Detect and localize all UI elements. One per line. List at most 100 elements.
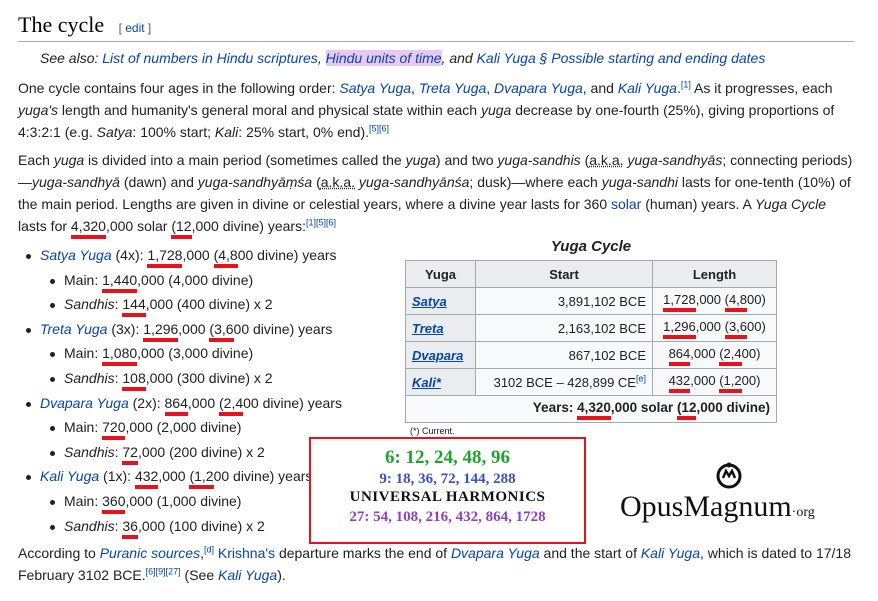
text: ,000: [178, 320, 210, 337]
text: (dawn) and: [119, 174, 198, 190]
total-cell: Years: 4,320,000 solar (12,000 divine): [405, 395, 777, 423]
text: ,000 divine) years:: [191, 218, 306, 234]
underlined-number: (12: [171, 218, 192, 239]
text: ,000 (4,000 divine): [137, 271, 254, 288]
underlined-number: (12: [676, 399, 697, 420]
underlined-number: 72: [122, 444, 138, 465]
text: 00 divine) years: [213, 468, 313, 485]
link-kali-yuga[interactable]: Kali Yuga: [618, 80, 677, 96]
list-item: Main: 1,080,000 (3,000 divine): [18, 342, 342, 367]
text: ,000 solar: [610, 399, 677, 415]
length-cell: 1,296,000 (3,600): [652, 314, 777, 342]
underlined-number: 36: [122, 518, 138, 539]
text: ,000: [695, 291, 725, 307]
term-sandhis: Sandhis: [64, 443, 115, 460]
text: Main:: [64, 492, 103, 509]
brand-name: OpusMagnum: [620, 490, 792, 523]
text: ,: [411, 80, 419, 96]
term-yuga-sandhya: yuga-sandhyā: [32, 174, 120, 190]
link-list-of-numbers[interactable]: List of numbers in Hindu scriptures: [102, 50, 318, 66]
hatnote-separator: ,: [317, 50, 326, 66]
text: 00 divine) years: [233, 320, 333, 337]
link-satya-yuga[interactable]: Satya Yuga: [339, 80, 411, 96]
link-kali-yuga[interactable]: Kali Yuga: [218, 567, 277, 583]
column-header: Yuga: [405, 260, 476, 288]
paragraph-yuga-division: Each yuga is divided into a main period …: [18, 149, 853, 239]
link-puranic[interactable]: Puranic sources: [100, 545, 200, 561]
opusmagnum-logo: OpusMagnum·org: [620, 460, 860, 530]
opusmagnum-emblem-icon: [716, 462, 742, 489]
underlined-number: 432: [668, 372, 691, 393]
paragraph-krishna-departure: According to Puranic sources,[d] Krishna…: [18, 542, 853, 586]
link-solar[interactable]: solar: [611, 196, 641, 212]
ref-link[interactable]: [d]: [204, 544, 214, 554]
text: :: [114, 443, 123, 460]
text: Each: [18, 152, 54, 168]
term-yuga-sandhyas: yuga-sandhyās: [627, 152, 723, 168]
text: ) and two: [435, 152, 498, 168]
link-dvapara[interactable]: Dvapara: [412, 348, 463, 363]
link-satya-yuga[interactable]: Satya Yuga: [40, 247, 112, 263]
link-dvapara-yuga[interactable]: Dvapara Yuga: [40, 395, 129, 411]
text: 00): [747, 318, 766, 334]
hatnote-separator: , and: [441, 50, 477, 66]
text: ,000: [158, 468, 190, 485]
table-row: Dvapara 867,102 BCE 864,000 (2,400): [405, 341, 777, 369]
list-item: Satya Yuga (4x): 1,728,000 (4,800 divine…: [18, 244, 342, 269]
text: lasts for: [18, 218, 71, 234]
harmonics-title: UNIVERSAL HARMONICS: [349, 489, 546, 505]
text: ,000 (200 divine) x 2: [137, 443, 265, 460]
link-kali-yuga[interactable]: Kali Yuga: [40, 468, 99, 484]
text: (human) years. A: [641, 196, 755, 212]
ref-link[interactable]: [e]: [636, 373, 646, 383]
text: and the start of: [539, 545, 641, 561]
list-item: Sandhis: 72,000 (200 divine) x 2: [18, 441, 342, 466]
underlined-number: (4,8: [213, 247, 238, 268]
text: 00 divine) years: [237, 247, 337, 263]
text: (4x):: [111, 247, 148, 263]
row-header: Kali*: [405, 368, 476, 396]
see-also-hatnote: See also: List of numbers in Hindu scrip…: [40, 50, 765, 66]
link-treta[interactable]: Treta: [412, 321, 444, 336]
text: ).: [277, 567, 286, 583]
harmonic-line-6: 6: 12, 24, 48, 96: [384, 447, 511, 468]
link-dvapara-yuga[interactable]: Dvapara Yuga: [451, 545, 540, 561]
text: :: [114, 296, 123, 313]
ref-link[interactable]: [1]: [681, 79, 691, 89]
ref-link[interactable]: [1][5][6]: [306, 217, 336, 227]
link-kali-yuga-dates[interactable]: Kali Yuga § Possible starting and ending…: [477, 50, 766, 66]
link-treta-yuga[interactable]: Treta Yuga: [40, 321, 107, 337]
link-dvapara-yuga[interactable]: Dvapara Yuga: [494, 80, 583, 96]
link-krishna[interactable]: Krishna's: [218, 545, 275, 561]
table-caption: Yuga Cycle: [550, 238, 632, 255]
underlined-number: 1,296: [663, 318, 696, 339]
text: (2x):: [128, 394, 165, 411]
list-item: Main: 1,440,000 (4,000 divine): [18, 269, 342, 294]
list-item: Sandhis: 144,000 (400 divine) x 2: [18, 293, 342, 318]
edit-section: [ edit ]: [119, 21, 152, 35]
text: Main:: [64, 345, 103, 362]
underlined-number: (1,2: [719, 372, 742, 393]
ref-link[interactable]: [6][9][27]: [146, 566, 181, 576]
link-kali[interactable]: Kali*: [412, 375, 441, 390]
table-footnote: (*) Current.: [410, 426, 455, 436]
text: ,000 (300 divine) x 2: [145, 369, 273, 386]
link-treta-yuga[interactable]: Treta Yuga: [419, 80, 486, 96]
link-hindu-units-of-time[interactable]: Hindu units of time: [325, 50, 442, 66]
underlined-number: 1,296: [143, 321, 179, 342]
text: ,000 (100 divine) x 2: [137, 517, 265, 534]
text: (See: [180, 567, 219, 583]
text: is divided into a main period (sometimes…: [84, 152, 406, 168]
abbr-aka: a.k.a.: [589, 152, 624, 168]
edit-link[interactable]: edit: [125, 21, 144, 35]
text: ; dusk)—where each: [469, 174, 602, 190]
link-kali-yuga[interactable]: Kali Yuga: [641, 545, 700, 561]
link-satya[interactable]: Satya: [412, 294, 447, 309]
start-cell: 867,102 BCE: [475, 341, 653, 369]
underlined-number: 1,728: [147, 247, 183, 268]
underlined-number: (3,6: [724, 318, 748, 339]
text: :: [114, 517, 123, 534]
edit-bracket-close: ]: [144, 21, 152, 35]
ref-link[interactable]: [5][6]: [369, 123, 389, 133]
term-sandhis: Sandhis: [64, 296, 115, 313]
